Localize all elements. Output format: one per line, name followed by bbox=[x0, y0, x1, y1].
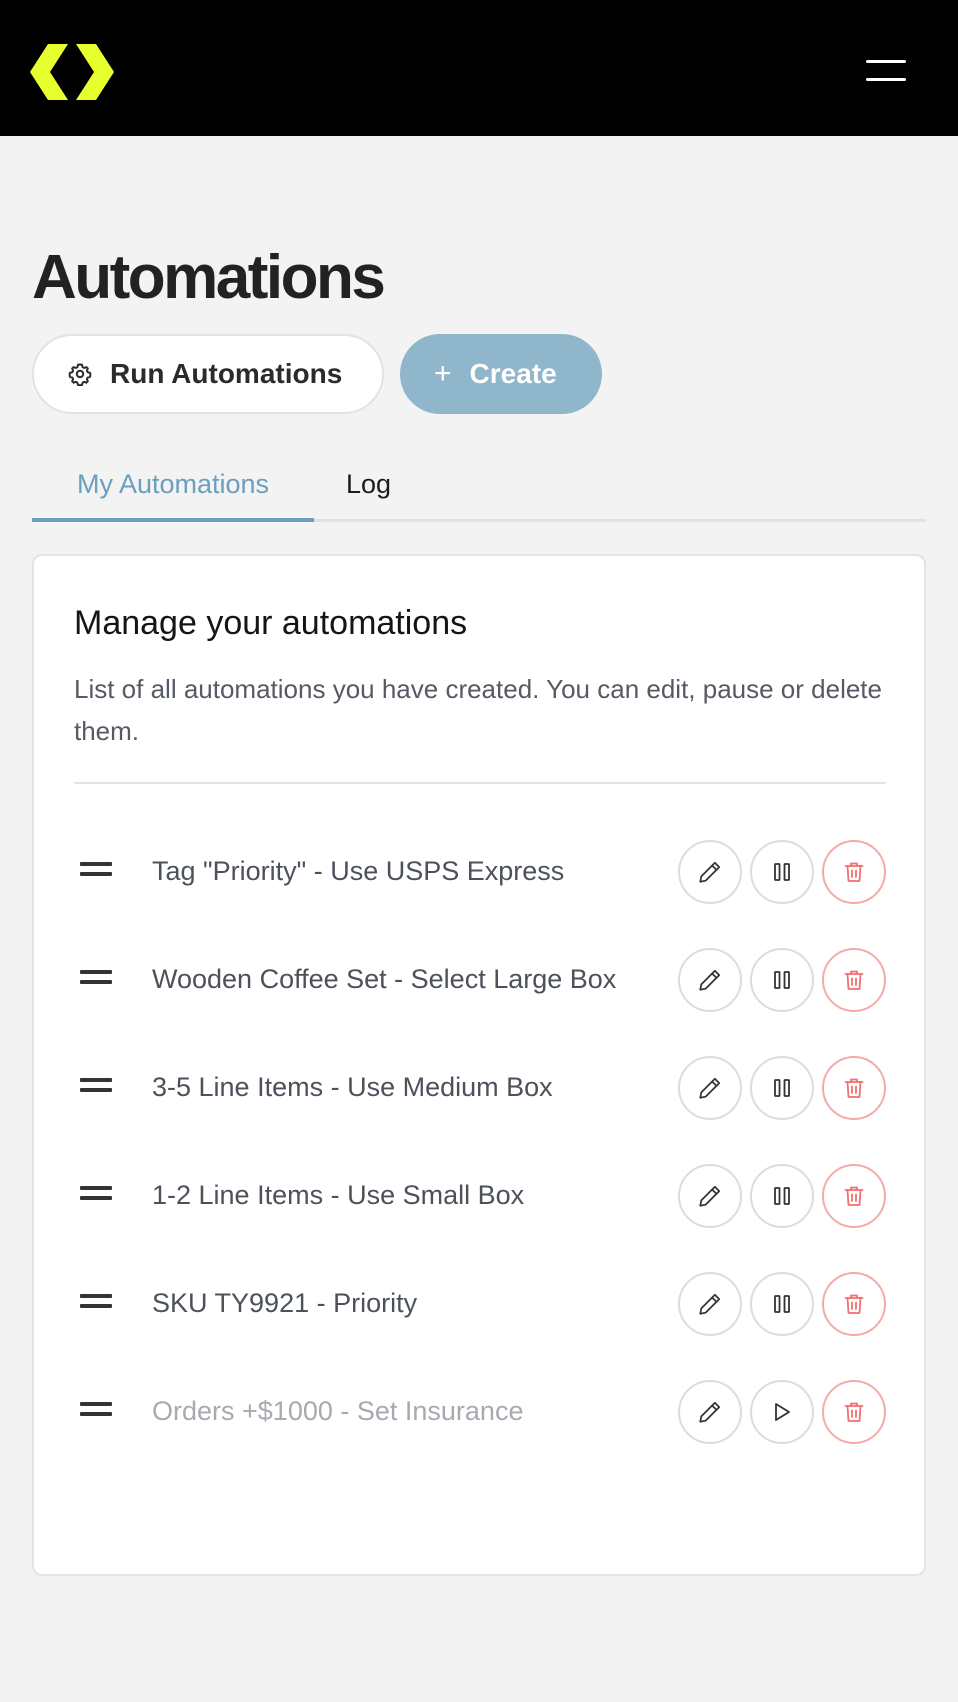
tab-log[interactable]: Log bbox=[346, 446, 391, 522]
drag-handle-icon[interactable] bbox=[80, 862, 112, 880]
automation-name: SKU TY9921 - Priority bbox=[152, 1288, 418, 1318]
drag-handle-icon[interactable] bbox=[80, 1294, 112, 1312]
drag-handle-icon[interactable] bbox=[80, 1078, 112, 1096]
list-item: Wooden Coffee Set - Select Large Box bbox=[74, 946, 888, 1012]
pause-button[interactable] bbox=[750, 1056, 814, 1120]
trash-icon bbox=[844, 862, 864, 882]
list-item: 3-5 Line Items - Use Medium Box bbox=[74, 1054, 888, 1120]
resume-button[interactable] bbox=[750, 1380, 814, 1444]
automation-name: Wooden Coffee Set - Select Large Box bbox=[152, 964, 617, 994]
gear-icon bbox=[68, 363, 92, 386]
drag-handle-icon[interactable] bbox=[80, 1402, 112, 1420]
pencil-icon bbox=[699, 969, 721, 991]
tab-label: My Automations bbox=[76, 468, 270, 499]
page-title: Automations bbox=[32, 243, 386, 312]
top-navigation-bar bbox=[0, 0, 958, 136]
edit-button[interactable] bbox=[678, 840, 742, 904]
delete-button[interactable] bbox=[822, 1380, 886, 1444]
edit-button[interactable] bbox=[678, 1272, 742, 1336]
pause-icon bbox=[774, 1079, 790, 1097]
pencil-icon bbox=[699, 1185, 721, 1207]
automation-name: 3-5 Line Items - Use Medium Box bbox=[152, 1072, 553, 1102]
automation-name: Orders +$1000 - Set Insurance bbox=[152, 1396, 524, 1426]
run-automations-button[interactable]: Run Automations bbox=[32, 334, 384, 414]
play-icon bbox=[775, 1403, 790, 1421]
brand-chevron-logo[interactable] bbox=[30, 44, 114, 100]
card-description: List of all automations you have created… bbox=[74, 674, 882, 746]
delete-button[interactable] bbox=[822, 1056, 886, 1120]
pause-button[interactable] bbox=[750, 948, 814, 1012]
active-tab-indicator bbox=[32, 518, 314, 522]
pause-button[interactable] bbox=[750, 1164, 814, 1228]
create-button[interactable]: + Create bbox=[400, 334, 602, 414]
trash-icon bbox=[844, 1402, 864, 1422]
delete-button[interactable] bbox=[822, 1164, 886, 1228]
pause-icon bbox=[774, 971, 790, 989]
tab-label: Log bbox=[346, 468, 392, 499]
list-item: Tag "Priority" - Use USPS Express bbox=[74, 838, 888, 904]
trash-icon bbox=[844, 1078, 864, 1098]
plus-icon: + bbox=[434, 357, 452, 390]
pause-icon bbox=[774, 863, 790, 881]
delete-button[interactable] bbox=[822, 1272, 886, 1336]
list-item: Orders +$1000 - Set Insurance bbox=[74, 1378, 888, 1444]
run-automations-label: Run Automations bbox=[110, 358, 343, 389]
automation-name: 1-2 Line Items - Use Small Box bbox=[152, 1180, 525, 1210]
hamburger-menu-icon[interactable] bbox=[862, 56, 908, 88]
trash-icon bbox=[844, 1294, 864, 1314]
edit-button[interactable] bbox=[678, 1380, 742, 1444]
divider bbox=[74, 782, 886, 784]
drag-handle-icon[interactable] bbox=[80, 970, 112, 988]
pause-button[interactable] bbox=[750, 840, 814, 904]
create-label: Create bbox=[469, 358, 557, 389]
edit-button[interactable] bbox=[678, 1164, 742, 1228]
delete-button[interactable] bbox=[822, 840, 886, 904]
edit-button[interactable] bbox=[678, 948, 742, 1012]
trash-icon bbox=[844, 1186, 864, 1206]
pencil-icon bbox=[699, 861, 721, 883]
list-item: 1-2 Line Items - Use Small Box bbox=[74, 1162, 888, 1228]
tab-my-automations[interactable]: My Automations bbox=[32, 446, 314, 522]
pause-button[interactable] bbox=[750, 1272, 814, 1336]
pause-icon bbox=[774, 1295, 790, 1313]
delete-button[interactable] bbox=[822, 948, 886, 1012]
list-item: SKU TY9921 - Priority bbox=[74, 1270, 888, 1336]
pencil-icon bbox=[699, 1293, 721, 1315]
automations-card: Manage your automations List of all auto… bbox=[32, 554, 926, 1576]
pencil-icon bbox=[699, 1077, 721, 1099]
tab-bar: My Automations Log bbox=[32, 446, 926, 522]
card-title: Manage your automations bbox=[74, 604, 468, 642]
edit-button[interactable] bbox=[678, 1056, 742, 1120]
pencil-icon bbox=[699, 1401, 721, 1423]
drag-handle-icon[interactable] bbox=[80, 1186, 112, 1204]
pause-icon bbox=[774, 1187, 790, 1205]
automation-name: Tag "Priority" - Use USPS Express bbox=[152, 856, 565, 886]
trash-icon bbox=[844, 970, 864, 990]
